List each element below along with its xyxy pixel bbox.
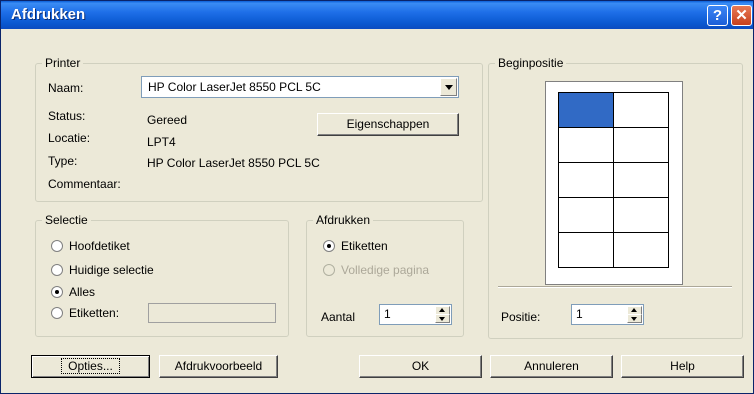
ok-button[interactable]: OK (359, 355, 482, 378)
opties-label: Opties... (61, 358, 120, 374)
etiketten-print-label[interactable]: Etiketten (341, 239, 388, 253)
spin-down-icon[interactable] (627, 314, 642, 323)
positie-stepper[interactable]: 1 (571, 304, 644, 325)
printer-name-dropdown[interactable]: HP Color LaserJet 8550 PCL 5C (141, 76, 459, 98)
positie-label: Positie: (501, 310, 541, 324)
opties-button[interactable]: Opties... (31, 355, 150, 378)
type-label: Type: (48, 154, 78, 168)
label-cell[interactable] (613, 232, 669, 268)
printer-name-value: HP Color LaserJet 8550 PCL 5C (148, 80, 321, 94)
commentaar-label: Commentaar: (48, 177, 121, 191)
radio-etiketten-print[interactable] (323, 240, 335, 252)
etiketten-input[interactable] (148, 303, 276, 323)
afdrukken-legend: Afdrukken (316, 213, 371, 227)
help-button[interactable]: Help (621, 355, 744, 378)
status-value: Gereed (147, 113, 188, 127)
type-value: HP Color LaserJet 8550 PCL 5C (147, 156, 320, 170)
volledige-pagina-label[interactable]: Volledige pagina (341, 263, 429, 277)
huidige-selectie-label[interactable]: Huidige selectie (69, 263, 154, 277)
beginpositie-legend: Beginpositie (498, 56, 564, 70)
close-icon-button[interactable]: ✕ (731, 5, 752, 26)
radio-volledige-pagina[interactable] (323, 264, 335, 276)
positie-value: 1 (576, 307, 583, 321)
spin-down-icon[interactable] (435, 314, 450, 323)
label-cell[interactable] (558, 92, 614, 128)
chevron-down-icon[interactable] (440, 78, 457, 96)
selectie-legend: Selectie (45, 213, 88, 227)
printer-legend: Printer (45, 56, 81, 70)
locatie-value: LPT4 (147, 135, 176, 149)
window-title: Afdrukken (11, 6, 86, 23)
label-cell[interactable] (613, 197, 669, 233)
radio-etiketten[interactable] (51, 307, 63, 319)
help-icon-button[interactable]: ? (707, 5, 728, 26)
aantal-value: 1 (384, 307, 391, 321)
etiketten-label[interactable]: Etiketten: (69, 306, 119, 320)
radio-hoofdetiket[interactable] (51, 240, 63, 252)
title-bar[interactable]: Afdrukken ? ✕ (1, 1, 753, 29)
divider (498, 286, 732, 288)
label-cell[interactable] (613, 127, 669, 163)
label-position-grid[interactable] (545, 81, 683, 285)
naam-label: Naam: (48, 81, 84, 95)
radio-alles[interactable] (51, 286, 63, 298)
hoofdetiket-label[interactable]: Hoofdetiket (69, 239, 130, 253)
alles-label[interactable]: Alles (69, 285, 95, 299)
afdrukvoorbeeld-button[interactable]: Afdrukvoorbeeld (159, 355, 278, 378)
radio-huidige-selectie[interactable] (51, 264, 63, 276)
label-cell[interactable] (558, 127, 614, 163)
eigenschappen-button[interactable]: Eigenschappen (317, 113, 459, 136)
locatie-label: Locatie: (48, 131, 91, 145)
aantal-label: Aantal (321, 310, 356, 324)
label-cell[interactable] (558, 162, 614, 198)
label-cell[interactable] (613, 162, 669, 198)
annuleren-button[interactable]: Annuleren (490, 355, 613, 378)
aantal-stepper[interactable]: 1 (379, 304, 452, 325)
label-cell[interactable] (613, 92, 669, 128)
print-dialog: Afdrukken ? ✕ Printer Naam: HP Color Las… (0, 0, 754, 394)
status-label: Status: (48, 109, 86, 123)
label-cell[interactable] (558, 197, 614, 233)
label-cell[interactable] (558, 232, 614, 268)
